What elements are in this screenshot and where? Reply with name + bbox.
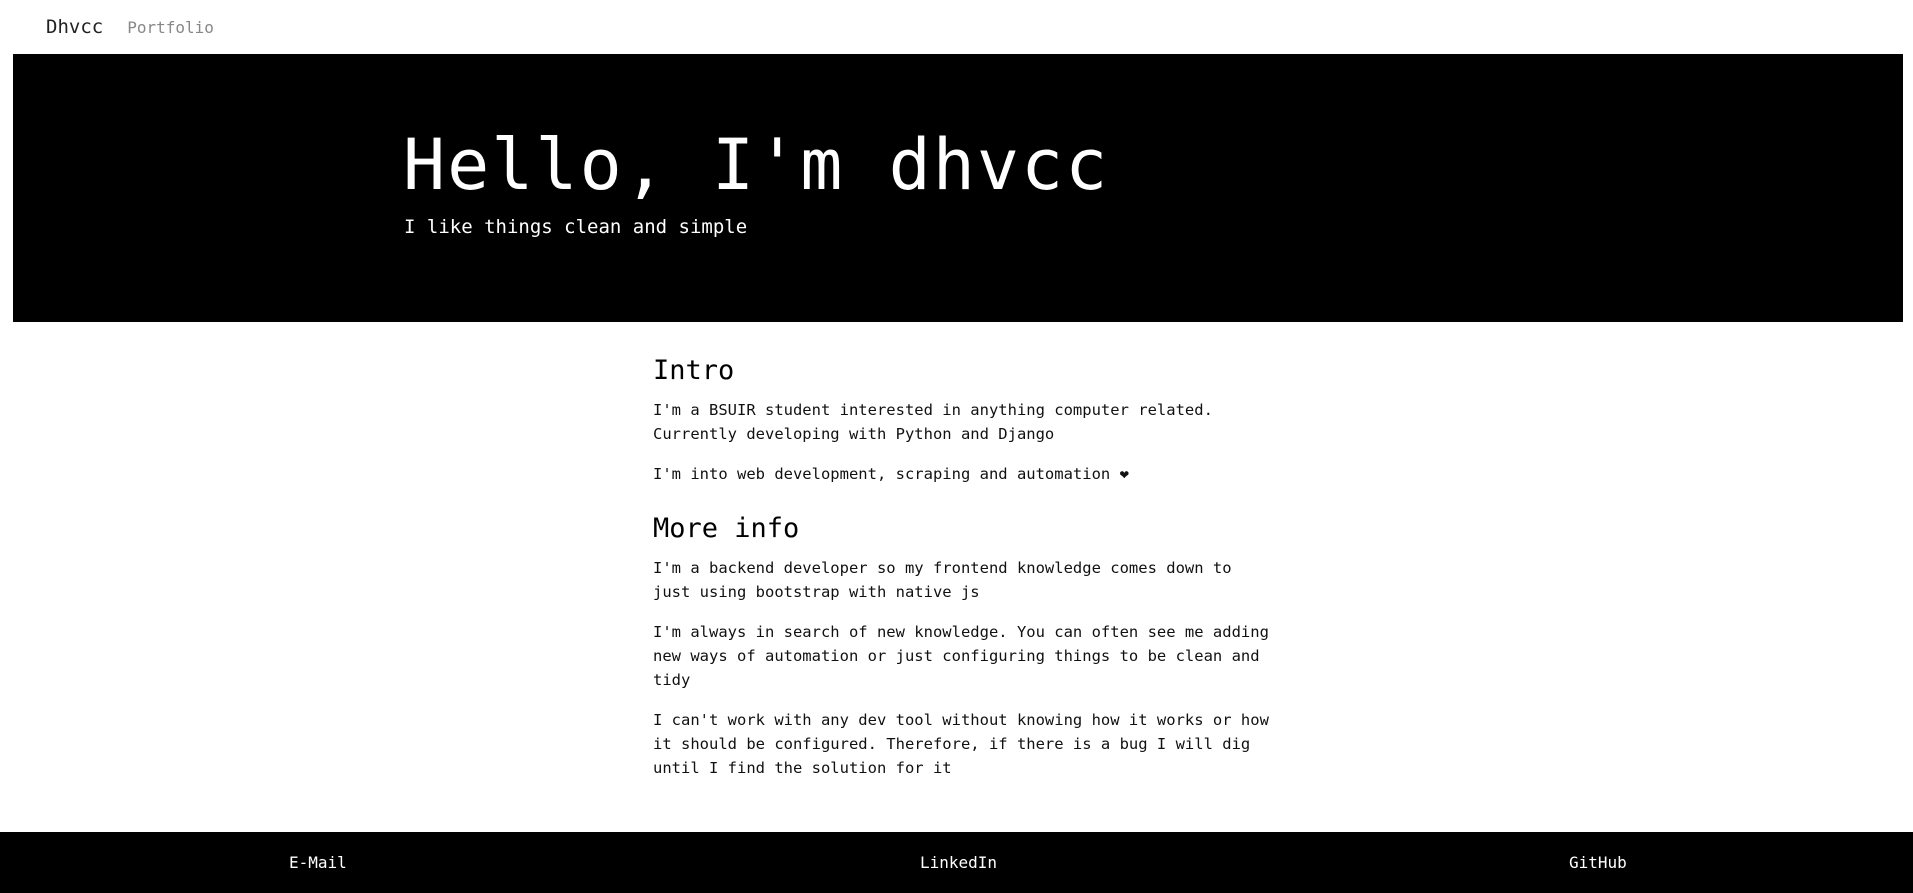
navbar: Dhvcc Portfolio (0, 0, 1913, 54)
brand-link[interactable]: Dhvcc (46, 16, 103, 38)
more-info-paragraph: I'm a backend developer so my frontend k… (653, 559, 1232, 601)
more-info-section: More info I'm a backend developer so my … (653, 512, 1273, 780)
more-info-paragraph: I'm always in search of new knowledge. Y… (653, 623, 1269, 689)
intro-section: Intro I'm a BSUIR student interested in … (653, 354, 1273, 486)
footer-link-email[interactable]: E-Mail (289, 853, 347, 872)
intro-paragraph: I'm a BSUIR student interested in anythi… (653, 401, 1213, 443)
footer-link-github[interactable]: GitHub (1569, 853, 1627, 872)
footer: E-Mail LinkedIn GitHub (0, 832, 1913, 893)
hero-title: Hello, I'm dhvcc (403, 124, 1110, 206)
footer-link-linkedin[interactable]: LinkedIn (920, 853, 997, 872)
hero-subtitle: I like things clean and simple (404, 216, 748, 238)
intro-paragraph: I'm into web development, scraping and a… (653, 465, 1129, 483)
intro-heading: Intro (653, 355, 735, 386)
more-info-paragraph: I can't work with any dev tool without k… (653, 711, 1269, 777)
main-content: Intro I'm a BSUIR student interested in … (653, 354, 1273, 796)
more-info-heading: More info (653, 513, 800, 544)
hero-banner: Hello, I'm dhvcc I like things clean and… (13, 54, 1903, 322)
nav-link-portfolio[interactable]: Portfolio (127, 18, 214, 37)
